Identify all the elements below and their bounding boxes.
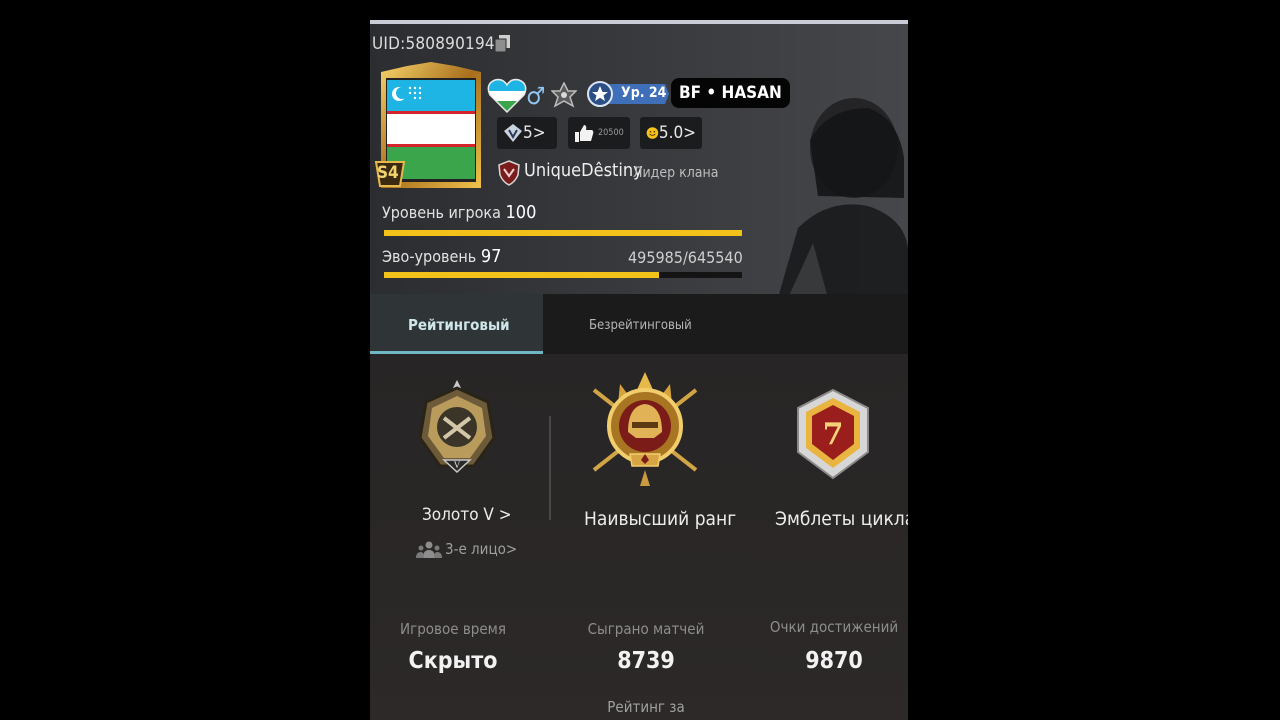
clan-rank-icon — [551, 82, 577, 108]
heart-flag-icon — [487, 78, 527, 114]
tab-unranked[interactable]: Безрейтинговый — [589, 318, 692, 333]
player-name: BF • HASAN — [671, 78, 790, 108]
diamond-v-icon — [504, 124, 522, 142]
player-level-label: Уровень игрока — [382, 203, 501, 222]
clan-role: Лидер клана — [633, 165, 719, 181]
evo-level-label: Эво-уровень — [382, 247, 477, 266]
male-icon: ♂ — [526, 82, 546, 110]
rating-chip[interactable]: 5.0> — [640, 117, 702, 149]
level-badge-label: Ур. 24 — [621, 85, 667, 101]
clan-name[interactable]: UniqueDêstiny — [524, 160, 643, 181]
stat-label-achievements: Очки достижений — [769, 618, 899, 636]
player-level-bar-fill — [384, 230, 742, 236]
highest-rank-label[interactable]: Наивысший ранг — [584, 508, 736, 530]
view-mode-link[interactable]: 3-е лицо> — [445, 540, 517, 558]
stat-value-matches: 8739 — [617, 648, 675, 674]
stat-value-achievements: 9870 — [805, 648, 863, 674]
smiley-icon — [646, 127, 659, 139]
stat-label-playtime: Игровое время — [400, 620, 506, 638]
evo-xp: 495985/645540 — [628, 248, 743, 267]
tier-mark: V — [454, 460, 461, 470]
rating-value: 5.0> — [658, 123, 696, 143]
season-badge-label: S4 — [377, 163, 399, 183]
copy-icon[interactable] — [494, 34, 512, 54]
evo-level-value: 97 — [480, 246, 502, 267]
clan-logo-icon[interactable] — [497, 160, 521, 186]
evo-level-row: Эво-уровень 97 — [382, 246, 501, 267]
evo-level-bar-fill — [384, 272, 659, 278]
popularity-chip[interactable]: 5> — [497, 117, 557, 149]
profile-panel: UID:580890194 S4 ♂ Ур. 24 BF • HASAN 5> … — [370, 20, 908, 720]
gold-rank-emblem[interactable]: V — [414, 380, 500, 476]
player-level-value: 100 — [505, 202, 537, 223]
thumbs-up-icon — [575, 125, 594, 142]
tab-ranked-label[interactable]: Рейтинговый — [408, 316, 510, 334]
soldier-silhouette — [778, 98, 908, 298]
stat-label-matches: Сыграно матчей — [587, 620, 705, 638]
level-badge: Ур. 24 — [587, 81, 669, 107]
season-badge: S4 — [374, 160, 406, 188]
cycle-emblem[interactable]: 7 — [794, 388, 872, 480]
team-icon — [416, 541, 442, 558]
popularity-value: 5> — [523, 123, 546, 143]
cycle-emblems-label[interactable]: Эмблеты цикла — [775, 508, 908, 530]
current-rank-label[interactable]: Золото V > — [422, 505, 512, 525]
likes-value: 20500 — [598, 128, 624, 138]
cycle-number: 7 — [823, 417, 844, 452]
player-level-bar — [384, 230, 742, 236]
divider — [549, 416, 551, 520]
stat-value-playtime: Скрыто — [408, 648, 498, 674]
likes-chip[interactable]: 20500 — [568, 117, 630, 149]
uid-label: UID:580890194 — [372, 34, 495, 54]
highest-rank-emblem[interactable] — [584, 370, 706, 492]
evo-level-bar — [384, 272, 742, 278]
player-level-row: Уровень игрока 100 — [382, 202, 536, 223]
season-rating-label: Рейтинг за — [607, 698, 685, 716]
